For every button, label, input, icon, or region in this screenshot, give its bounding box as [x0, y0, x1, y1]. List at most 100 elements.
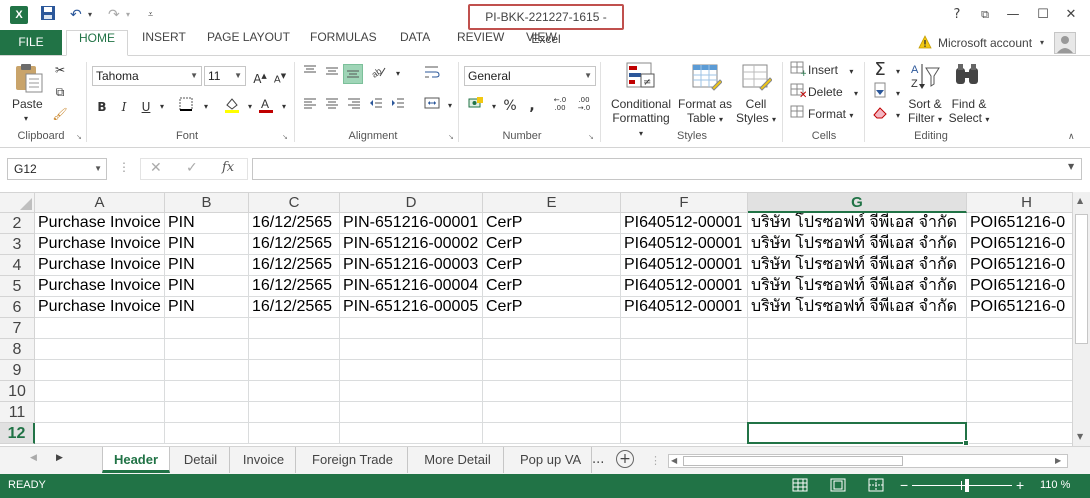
- cell[interactable]: [748, 360, 967, 381]
- row-header[interactable]: 2: [0, 213, 35, 234]
- cell[interactable]: [483, 381, 621, 402]
- name-box[interactable]: G12 ▼: [7, 158, 107, 180]
- cell[interactable]: PI640512-00001: [621, 213, 748, 234]
- cell[interactable]: Purchase Invoice: [35, 276, 165, 297]
- cell[interactable]: POI651216-0: [967, 213, 1072, 234]
- merge-center-icon[interactable]: [422, 96, 442, 116]
- close-button[interactable]: ✕: [1060, 5, 1082, 25]
- cell[interactable]: [249, 381, 340, 402]
- cell[interactable]: [621, 339, 748, 360]
- tab-home[interactable]: HOME: [66, 30, 128, 56]
- comma-style-icon[interactable]: ,: [522, 96, 542, 116]
- format-as-table-icon[interactable]: [690, 60, 723, 92]
- horizontal-scroll-thumb[interactable]: [683, 456, 903, 466]
- excel-logo-icon[interactable]: X: [10, 6, 28, 24]
- zoom-level[interactable]: 110 %: [1040, 479, 1070, 491]
- select-all-corner[interactable]: [0, 193, 35, 213]
- increase-decimal-icon[interactable]: ←.0.00: [550, 96, 570, 116]
- cell[interactable]: [967, 381, 1072, 402]
- wrap-text-icon[interactable]: [422, 64, 442, 84]
- cell[interactable]: POI651216-0: [967, 234, 1072, 255]
- scroll-right-icon[interactable]: ▶: [1055, 456, 1061, 465]
- paste-icon[interactable]: [12, 62, 44, 94]
- more-sheets-button[interactable]: ...: [592, 447, 604, 473]
- number-launcher-icon[interactable]: ↘: [588, 133, 594, 141]
- tab-split-grip-icon[interactable]: ⋮: [650, 454, 661, 467]
- cell[interactable]: [483, 423, 621, 444]
- cell[interactable]: Purchase Invoice: [35, 255, 165, 276]
- cell[interactable]: [967, 360, 1072, 381]
- row-header[interactable]: 6: [0, 297, 35, 318]
- tab-insert[interactable]: INSERT: [142, 30, 186, 55]
- cell[interactable]: บริษัท โปรซอฟท์ จีพีเอส จำกัด: [748, 276, 967, 297]
- cell[interactable]: PI640512-00001: [621, 234, 748, 255]
- fill-dropdown-icon[interactable]: ▾: [888, 84, 908, 104]
- formula-input[interactable]: [252, 158, 1082, 180]
- ribbon-display-button[interactable]: ⧉: [974, 5, 996, 25]
- row-header[interactable]: 4: [0, 255, 35, 276]
- cell[interactable]: บริษัท โปรซอฟท์ จีพีเอส จำกัด: [748, 234, 967, 255]
- cell[interactable]: [340, 339, 483, 360]
- cell[interactable]: [340, 381, 483, 402]
- merge-dropdown-icon[interactable]: ▾: [440, 96, 460, 116]
- sort-filter-button[interactable]: Sort & Filter ▾: [906, 97, 944, 127]
- find-select-button[interactable]: Find & Select ▾: [948, 97, 990, 127]
- avatar[interactable]: [1054, 32, 1076, 54]
- cell[interactable]: PIN-651216-00002: [340, 234, 483, 255]
- cell[interactable]: [165, 402, 249, 423]
- cell[interactable]: บริษัท โปรซอฟท์ จีพีเอส จำกัด: [748, 255, 967, 276]
- cell[interactable]: [967, 339, 1072, 360]
- sheet-tab-header[interactable]: Header: [102, 447, 170, 473]
- page-break-view-icon[interactable]: [868, 478, 884, 495]
- cell[interactable]: [35, 402, 165, 423]
- cell[interactable]: POI651216-0: [967, 255, 1072, 276]
- cell[interactable]: PIN: [165, 276, 249, 297]
- column-header-b[interactable]: B: [165, 193, 249, 213]
- cell[interactable]: [165, 318, 249, 339]
- paste-dropdown-icon[interactable]: ▾: [24, 112, 28, 126]
- autosum-icon[interactable]: Σ: [870, 60, 890, 80]
- row-header[interactable]: 3: [0, 234, 35, 255]
- active-cell-selection[interactable]: [747, 422, 967, 444]
- tab-formulas[interactable]: FORMULAS: [310, 30, 377, 55]
- clear-dropdown-icon[interactable]: ▾: [888, 106, 908, 126]
- cell[interactable]: Purchase Invoice: [35, 213, 165, 234]
- cell[interactable]: [483, 339, 621, 360]
- cell[interactable]: Purchase Invoice: [35, 297, 165, 318]
- zoom-in-icon[interactable]: +: [1016, 477, 1024, 493]
- cell[interactable]: [340, 318, 483, 339]
- account-dropdown-icon[interactable]: ▾: [1040, 33, 1044, 53]
- insert-cells-icon[interactable]: +: [788, 60, 808, 80]
- zoom-slider[interactable]: [912, 479, 1012, 492]
- column-header-h[interactable]: H: [967, 193, 1072, 213]
- next-sheet-icon[interactable]: ▶: [56, 453, 63, 463]
- cell[interactable]: [249, 318, 340, 339]
- insert-function-button[interactable]: fx: [222, 160, 234, 175]
- font-launcher-icon[interactable]: ↘: [282, 133, 288, 141]
- align-right-icon[interactable]: [344, 96, 364, 116]
- cell[interactable]: PIN: [165, 255, 249, 276]
- percent-style-button[interactable]: %: [500, 96, 520, 116]
- borders-icon[interactable]: [176, 97, 196, 117]
- account-menu[interactable]: Microsoft account: [938, 33, 1032, 53]
- formula-bar-grip-icon[interactable]: ⋮: [118, 160, 130, 174]
- save-icon[interactable]: [40, 5, 56, 25]
- cell[interactable]: POI651216-0: [967, 297, 1072, 318]
- delete-cells-button[interactable]: Delete ▾: [808, 85, 858, 101]
- cell[interactable]: [748, 339, 967, 360]
- underline-dropdown-icon[interactable]: ▾: [152, 97, 172, 117]
- cell[interactable]: [249, 360, 340, 381]
- sheet-tab-invoice[interactable]: Invoice: [232, 447, 296, 473]
- cell[interactable]: 16/12/2565: [249, 213, 340, 234]
- format-cells-icon[interactable]: [788, 104, 808, 124]
- format-painter-icon[interactable]: 🖌: [50, 104, 70, 124]
- font-color-icon[interactable]: A: [256, 96, 276, 116]
- delete-cells-icon[interactable]: ✕: [788, 82, 808, 102]
- cell[interactable]: Purchase Invoice: [35, 234, 165, 255]
- maximize-button[interactable]: ☐: [1032, 5, 1054, 25]
- tab-file[interactable]: FILE: [0, 30, 62, 55]
- cell[interactable]: [249, 402, 340, 423]
- decrease-font-icon[interactable]: A▼: [270, 66, 290, 86]
- minimize-button[interactable]: —: [1002, 5, 1024, 25]
- cell[interactable]: PIN: [165, 297, 249, 318]
